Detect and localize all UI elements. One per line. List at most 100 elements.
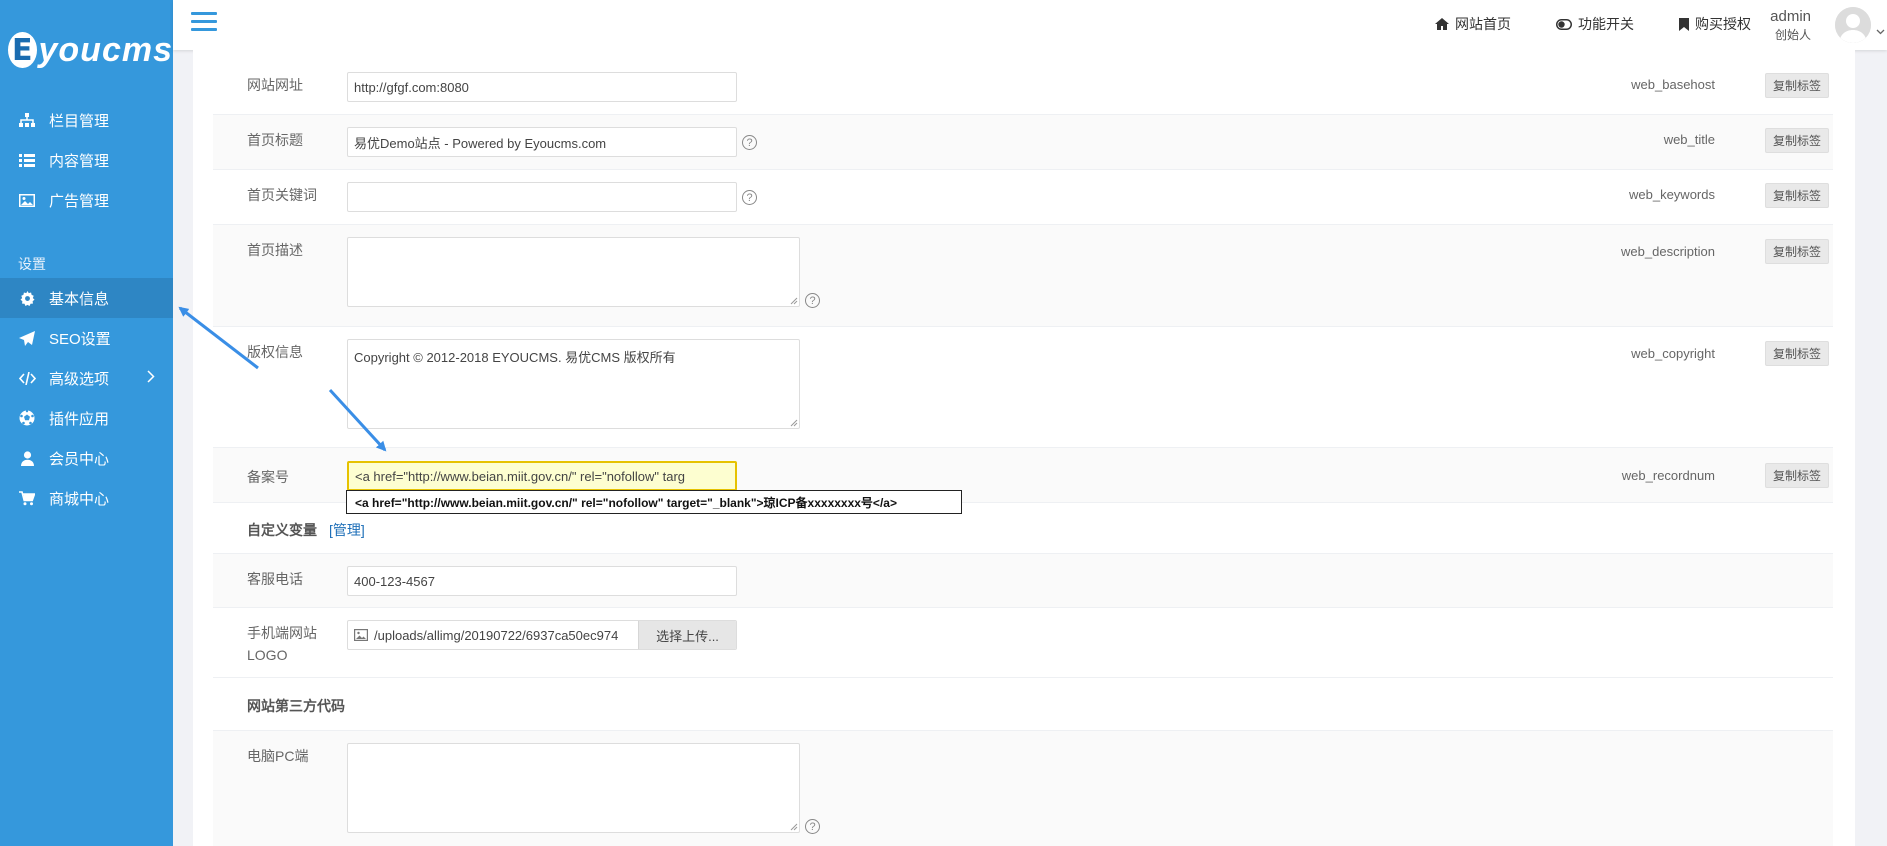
row-web-keywords: 首页关键词 ? web_keywords 复制标签 <box>213 170 1833 225</box>
bookmark-icon <box>1679 17 1689 31</box>
third-party-title: 网站第三方代码 <box>247 698 345 714</box>
sidebar-item-ads[interactable]: 广告管理 <box>0 180 173 220</box>
sidebar-item-plugins[interactable]: 插件应用 <box>0 398 173 438</box>
pc-code-textarea[interactable] <box>347 743 800 833</box>
variable-tag: web_keywords <box>1629 187 1715 202</box>
help-icon[interactable]: ? <box>805 819 820 834</box>
phone-input[interactable]: 400-123-4567 <box>347 566 737 596</box>
upload-button[interactable]: 选择上传... <box>638 621 736 649</box>
chevron-right-icon <box>147 370 155 387</box>
list-icon <box>18 151 36 169</box>
web-recordnum-input[interactable]: <a href="http://www.beian.miit.gov.cn/" … <box>347 461 737 491</box>
custom-vars-title-text: 自定义变量 <box>247 522 317 538</box>
variable-tag: web_basehost <box>1631 77 1715 92</box>
resize-handle-icon[interactable] <box>790 823 798 831</box>
field-label: 手机端网站 LOGO <box>247 622 317 666</box>
user-icon <box>18 449 36 467</box>
chevron-down-icon[interactable] <box>1876 22 1885 38</box>
manage-vars-link[interactable]: [管理] <box>329 522 365 538</box>
variable-tag: web_recordnum <box>1621 468 1715 483</box>
field-label: 网站网址 <box>247 77 303 93</box>
image-icon <box>18 191 36 209</box>
feature-toggle-label: 功能开关 <box>1578 16 1634 32</box>
user-name: admin <box>1770 8 1811 25</box>
logo[interactable]: E youcms <box>0 0 173 100</box>
buy-license-label: 购买授权 <box>1695 16 1751 32</box>
field-label: 电脑PC端 <box>247 748 309 764</box>
gear-icon <box>18 289 36 307</box>
settings-form: 网站网址 http://gfgf.com:8080 web_basehost 复… <box>193 50 1855 846</box>
feature-toggle-link[interactable]: 功能开关 <box>1556 14 1634 34</box>
field-label: 备案号 <box>247 469 289 485</box>
web-keywords-input[interactable] <box>347 182 737 212</box>
sidebar-item-label: 插件应用 <box>49 410 110 428</box>
resize-handle-icon[interactable] <box>790 297 798 305</box>
user-info[interactable]: admin 创始人 <box>1770 8 1811 43</box>
variable-tag: web_description <box>1621 244 1715 259</box>
help-icon[interactable]: ? <box>742 190 757 205</box>
sidebar-item-label: SEO设置 <box>49 330 111 348</box>
field-label: 版权信息 <box>247 344 303 360</box>
autocomplete-suggestion[interactable]: <a href="http://www.beian.miit.gov.cn/" … <box>346 490 962 514</box>
sidebar-item-label: 广告管理 <box>49 192 110 210</box>
logo-mark: E <box>8 32 37 68</box>
row-web-description: 首页描述 ? web_description 复制标签 <box>213 225 1833 327</box>
web-copyright-textarea[interactable]: Copyright © 2012-2018 EYOUCMS. 易优CMS 版权所… <box>347 339 800 429</box>
sidebar-item-label: 会员中心 <box>49 450 110 468</box>
web-basehost-input[interactable]: http://gfgf.com:8080 <box>347 72 737 102</box>
copy-tag-button[interactable]: 复制标签 <box>1765 73 1829 98</box>
user-role: 创始人 <box>1774 28 1811 42</box>
buy-license-link[interactable]: 购买授权 <box>1679 14 1751 34</box>
sidebar-item-label: 内容管理 <box>49 152 110 170</box>
row-web-copyright: 版权信息 Copyright © 2012-2018 EYOUCMS. 易优CM… <box>213 327 1833 448</box>
custom-vars-title: 自定义变量 [管理] <box>247 520 365 540</box>
row-phone: 客服电话 400-123-4567 <box>213 553 1833 608</box>
sidebar-item-label: 栏目管理 <box>49 112 110 130</box>
web-description-textarea[interactable] <box>347 237 800 307</box>
row-pc-code: 电脑PC端 ? <box>213 730 1833 846</box>
avatar[interactable] <box>1835 7 1871 43</box>
sidebar-item-basic-info[interactable]: 基本信息 <box>0 278 173 318</box>
sidebar-item-column[interactable]: 栏目管理 <box>0 100 173 140</box>
avatar-icon <box>1835 7 1871 43</box>
sidebar-item-member[interactable]: 会员中心 <box>0 438 173 478</box>
menu-toggle-button[interactable] <box>191 12 217 34</box>
copy-tag-button[interactable]: 复制标签 <box>1765 128 1829 153</box>
field-label: 客服电话 <box>247 571 303 587</box>
sitemap-icon <box>18 111 36 129</box>
field-label-line1: 手机端网站 <box>247 625 317 641</box>
mobile-logo-path[interactable]: /uploads/allimg/20190722/6937ca50ec974 <box>348 628 638 643</box>
topbar: 网站首页 功能开关 购买授权 admin 创始人 <box>173 0 1887 50</box>
sidebar-item-shop[interactable]: 商城中心 <box>0 478 173 518</box>
copy-tag-button[interactable]: 复制标签 <box>1765 341 1829 366</box>
image-icon <box>354 629 368 641</box>
sidebar-item-advanced[interactable]: 高级选项 <box>0 358 173 398</box>
variable-tag: web_title <box>1663 132 1715 147</box>
sidebar: E youcms 栏目管理 内容管理 广告管理 设置 基本信息 SEO设置 高级… <box>0 0 173 846</box>
sidebar-item-label: 高级选项 <box>49 370 110 388</box>
toggle-icon <box>1556 18 1572 30</box>
copy-tag-button[interactable]: 复制标签 <box>1765 239 1829 264</box>
copy-tag-button[interactable]: 复制标签 <box>1765 183 1829 208</box>
home-link[interactable]: 网站首页 <box>1435 14 1511 34</box>
web-title-input[interactable]: 易优Demo站点 - Powered by Eyoucms.com <box>347 127 737 157</box>
field-label: 首页描述 <box>247 242 303 258</box>
row-mobile-logo: 手机端网站 LOGO /uploads/allimg/20190722/6937… <box>213 608 1833 678</box>
cart-icon <box>18 489 36 507</box>
send-icon <box>18 329 36 347</box>
help-icon[interactable]: ? <box>742 135 757 150</box>
resize-handle-icon[interactable] <box>790 419 798 427</box>
sidebar-item-seo[interactable]: SEO设置 <box>0 318 173 358</box>
row-web-basehost: 网站网址 http://gfgf.com:8080 web_basehost 复… <box>213 60 1833 115</box>
mobile-logo-upload: /uploads/allimg/20190722/6937ca50ec974 选… <box>347 620 737 650</box>
sidebar-item-label: 基本信息 <box>49 290 110 308</box>
sidebar-item-content[interactable]: 内容管理 <box>0 140 173 180</box>
code-icon <box>18 369 36 387</box>
home-link-label: 网站首页 <box>1455 16 1511 32</box>
help-icon[interactable]: ? <box>805 293 820 308</box>
mobile-logo-path-text: /uploads/allimg/20190722/6937ca50ec974 <box>374 627 619 643</box>
row-web-title: 首页标题 易优Demo站点 - Powered by Eyoucms.com ?… <box>213 115 1833 170</box>
copy-tag-button[interactable]: 复制标签 <box>1765 463 1829 488</box>
field-label: 首页标题 <box>247 132 303 148</box>
variable-tag: web_copyright <box>1631 346 1715 361</box>
